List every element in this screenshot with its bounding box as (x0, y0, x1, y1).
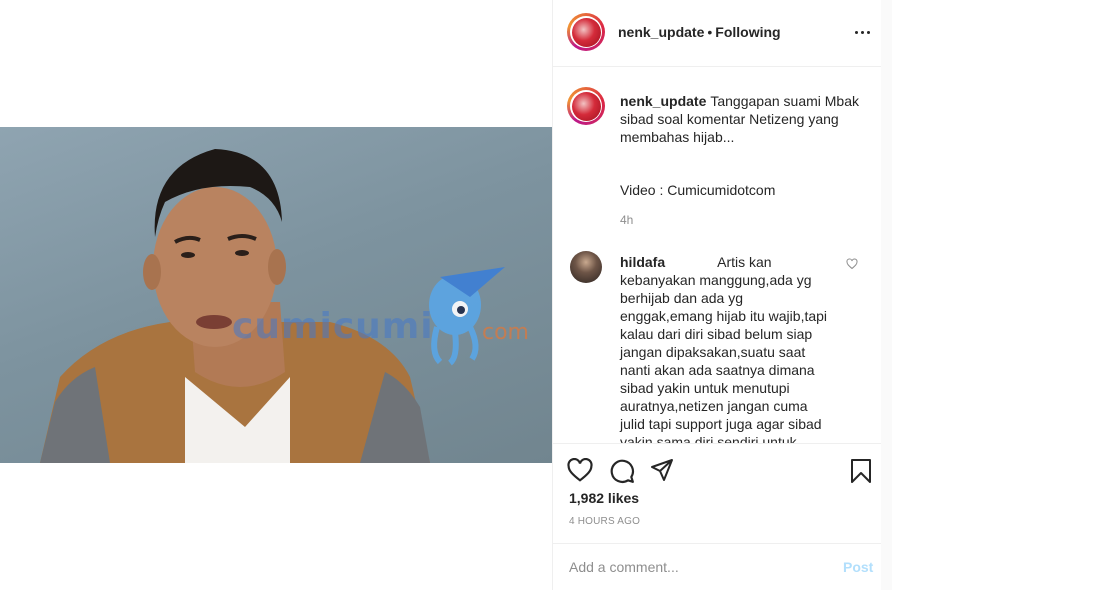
video-watermark-suffix: com (482, 320, 529, 345)
author-avatar[interactable] (567, 13, 605, 51)
comment-icon[interactable] (609, 458, 635, 484)
commenter-avatar[interactable] (570, 251, 602, 283)
likes-count[interactable]: 1,982 likes (569, 490, 639, 506)
post-details-panel: nenk_update • Following nenk_update Tanggap… (552, 0, 881, 590)
caption-author-avatar[interactable] (567, 87, 605, 125)
comment-item: hildafa Artis kan kebanyakan manggung,ada… (620, 253, 834, 443)
comment-username[interactable]: hildafa (620, 254, 665, 270)
bookmark-icon[interactable] (849, 458, 873, 484)
video-watermark: cumicumi (232, 306, 434, 347)
separator-dot: • (707, 24, 713, 40)
post-actions: 1,982 likes 4 HOURS AGO (553, 443, 881, 544)
comments-section[interactable]: nenk_update Tanggapan suami Mbak sibad so… (553, 67, 881, 443)
comment-body: Artis kan kebanyakan manggung,ada yg ber… (620, 254, 828, 443)
caption-credit: Video : Cumicumidotcom (620, 182, 776, 198)
caption-username[interactable]: nenk_update (620, 93, 706, 109)
post-header: nenk_update • Following (553, 0, 881, 67)
post-video[interactable] (0, 127, 552, 463)
media-area: cumicumi com (0, 0, 552, 590)
caption: nenk_update Tanggapan suami Mbak sibad so… (620, 92, 860, 146)
video-frame-image (40, 149, 505, 463)
comment-like-heart-icon[interactable] (846, 258, 858, 270)
more-horizontal-icon[interactable] (850, 22, 874, 42)
paper-plane-icon[interactable] (649, 458, 675, 482)
page-background-edge (892, 0, 1094, 590)
add-comment-bar: Post (553, 543, 881, 591)
author-username[interactable]: nenk_update (618, 24, 704, 40)
post-button[interactable]: Post (843, 559, 873, 575)
post-timestamp[interactable]: 4 HOURS AGO (569, 516, 640, 527)
comment-input[interactable] (569, 556, 819, 578)
heart-icon[interactable] (567, 458, 593, 482)
caption-time[interactable]: 4h (620, 213, 633, 227)
following-button[interactable]: Following (715, 24, 780, 40)
